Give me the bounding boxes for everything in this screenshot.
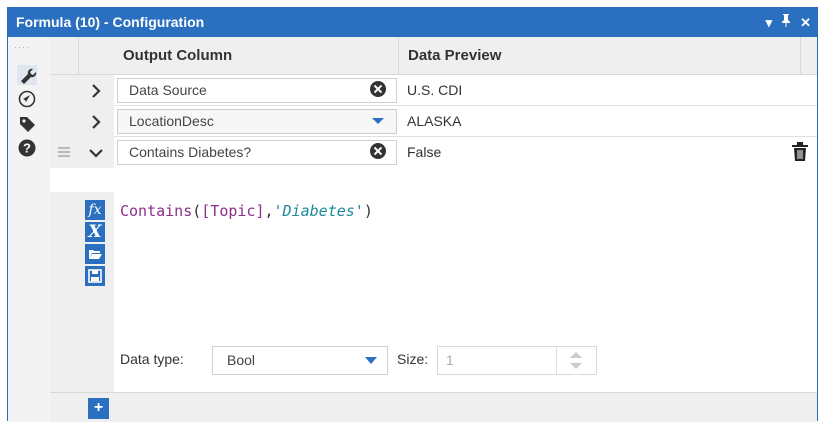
row-gutter (50, 75, 78, 106)
wrench-icon[interactable] (16, 64, 38, 86)
output-column-field[interactable]: Contains Diabetes? (117, 140, 397, 165)
output-column-field[interactable]: Data Source (117, 78, 397, 103)
table-row[interactable]: Data Source U.S. CDI (50, 75, 817, 106)
chevron-right-icon[interactable] (78, 106, 114, 137)
formula-grid: Output Column Data Preview Data Source U… (50, 37, 817, 422)
fx-icon[interactable]: fx (85, 200, 105, 220)
save-icon[interactable] (85, 266, 105, 286)
chevron-right-icon[interactable] (78, 75, 114, 106)
formula-editor[interactable]: Contains([Topic],'Diabetes') (114, 192, 817, 334)
tag-icon[interactable] (16, 113, 38, 135)
add-row-bar: + (50, 392, 817, 422)
open-icon[interactable] (85, 244, 105, 264)
formula-field-ref: [Topic] (201, 202, 265, 220)
navigate-icon[interactable] (16, 88, 38, 110)
size-stepper[interactable]: 1 (437, 346, 597, 375)
dropdown-icon (365, 357, 377, 364)
formula-string: 'Diabetes' (273, 202, 364, 220)
table-row[interactable]: Contains Diabetes? False (50, 137, 817, 192)
formula-paren-close: ) (363, 202, 373, 220)
delete-icon[interactable] (791, 142, 809, 165)
grid-header: Output Column Data Preview (50, 37, 817, 75)
add-formula-button[interactable]: + (88, 398, 109, 419)
output-column-select[interactable]: LocationDesc (117, 109, 397, 134)
formula-config-window: Formula (10) - Configuration ▾ ✕ ···· ? … (7, 7, 818, 422)
datatype-label: Data type: (120, 351, 184, 367)
close-icon[interactable]: ✕ (800, 8, 811, 37)
size-spinner[interactable] (556, 347, 596, 374)
size-value: 1 (446, 352, 454, 368)
header-divider (800, 37, 801, 75)
data-preview-cell: False (407, 144, 442, 160)
chevron-down-icon[interactable] (78, 137, 114, 168)
pin-icon[interactable] (780, 8, 792, 37)
formula-comma: , (264, 202, 274, 220)
dropdown-icon[interactable]: ▾ (766, 8, 773, 37)
header-data-preview: Data Preview (408, 47, 502, 64)
clear-icon[interactable] (368, 141, 388, 161)
svg-text:?: ? (23, 141, 31, 156)
data-preview-cell: ALASKA (407, 113, 462, 129)
table-row[interactable]: LocationDesc ALASKA (50, 106, 817, 137)
dropdown-icon[interactable] (368, 110, 388, 130)
clear-icon[interactable] (368, 79, 388, 99)
spin-up-icon[interactable] (570, 352, 582, 358)
row-gutter (50, 137, 78, 168)
window-controls: ▾ ✕ (766, 8, 811, 37)
editor-gutter (50, 192, 78, 422)
window-titlebar: Formula (10) - Configuration ▾ ✕ (8, 8, 817, 37)
datatype-value: Bool (227, 352, 256, 368)
datatype-select[interactable]: Bool (212, 346, 388, 375)
variable-icon[interactable]: X (85, 222, 105, 242)
datatype-row: Data type: Bool Size: 1 (114, 334, 817, 392)
drag-handle-dots: ···· (14, 42, 30, 52)
window-title: Formula (10) - Configuration (16, 14, 205, 30)
data-preview-cell: U.S. CDI (407, 82, 463, 98)
config-sidebar: ···· ? (8, 37, 50, 422)
size-label: Size: (397, 351, 429, 367)
help-icon[interactable]: ? (16, 137, 38, 159)
formula-function: Contains (120, 202, 193, 220)
header-divider (78, 37, 79, 75)
formula-paren-open: ( (192, 202, 202, 220)
header-output-column: Output Column (123, 47, 233, 64)
spin-down-icon[interactable] (570, 363, 582, 369)
header-divider (398, 37, 399, 75)
editor-toolbar: fx X (78, 192, 114, 422)
row-gutter (50, 106, 78, 137)
